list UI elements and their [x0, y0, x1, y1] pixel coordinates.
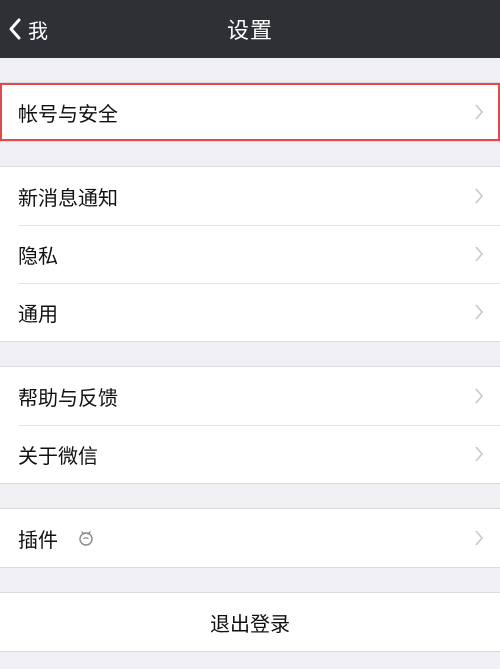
plugin-badge-icon — [76, 528, 96, 548]
settings-item-label: 新消息通知 — [18, 185, 118, 210]
chevron-right-icon — [474, 444, 486, 464]
chevron-right-icon — [474, 302, 486, 322]
chevron-right-icon — [474, 386, 486, 406]
settings-item-help-feedback[interactable]: 帮助与反馈 — [0, 367, 500, 425]
back-label: 我 — [28, 18, 48, 43]
settings-item-label: 关于微信 — [18, 443, 98, 468]
settings-item-label: 插件 — [18, 527, 58, 552]
settings-item-general[interactable]: 通用 — [0, 283, 500, 341]
settings-item-label: 通用 — [18, 301, 58, 326]
back-button[interactable]: 我 — [8, 0, 48, 58]
settings-item-label: 帮助与反馈 — [18, 385, 118, 410]
chevron-right-icon — [474, 528, 486, 548]
settings-item-notifications[interactable]: 新消息通知 — [0, 167, 500, 225]
chevron-right-icon — [474, 186, 486, 206]
settings-item-label: 隐私 — [18, 243, 58, 268]
navigation-bar: 我 设置 — [0, 0, 500, 58]
settings-item-account-security[interactable]: 帐号与安全 — [0, 83, 500, 141]
settings-item-about[interactable]: 关于微信 — [0, 425, 500, 483]
logout-button[interactable]: 退出登录 — [0, 592, 500, 652]
settings-item-label: 帐号与安全 — [18, 101, 118, 126]
settings-group-account: 帐号与安全 — [0, 82, 500, 142]
settings-item-plugins[interactable]: 插件 — [0, 509, 500, 567]
settings-item-privacy[interactable]: 隐私 — [0, 225, 500, 283]
settings-item-label-wrap: 插件 — [18, 524, 474, 553]
settings-group-general: 新消息通知 隐私 通用 — [0, 166, 500, 342]
chevron-left-icon — [8, 17, 22, 41]
page-title: 设置 — [226, 19, 273, 44]
chevron-right-icon — [474, 244, 486, 264]
settings-group-plugins: 插件 — [0, 508, 500, 568]
chevron-right-icon — [474, 102, 486, 122]
settings-group-help: 帮助与反馈 关于微信 — [0, 366, 500, 484]
